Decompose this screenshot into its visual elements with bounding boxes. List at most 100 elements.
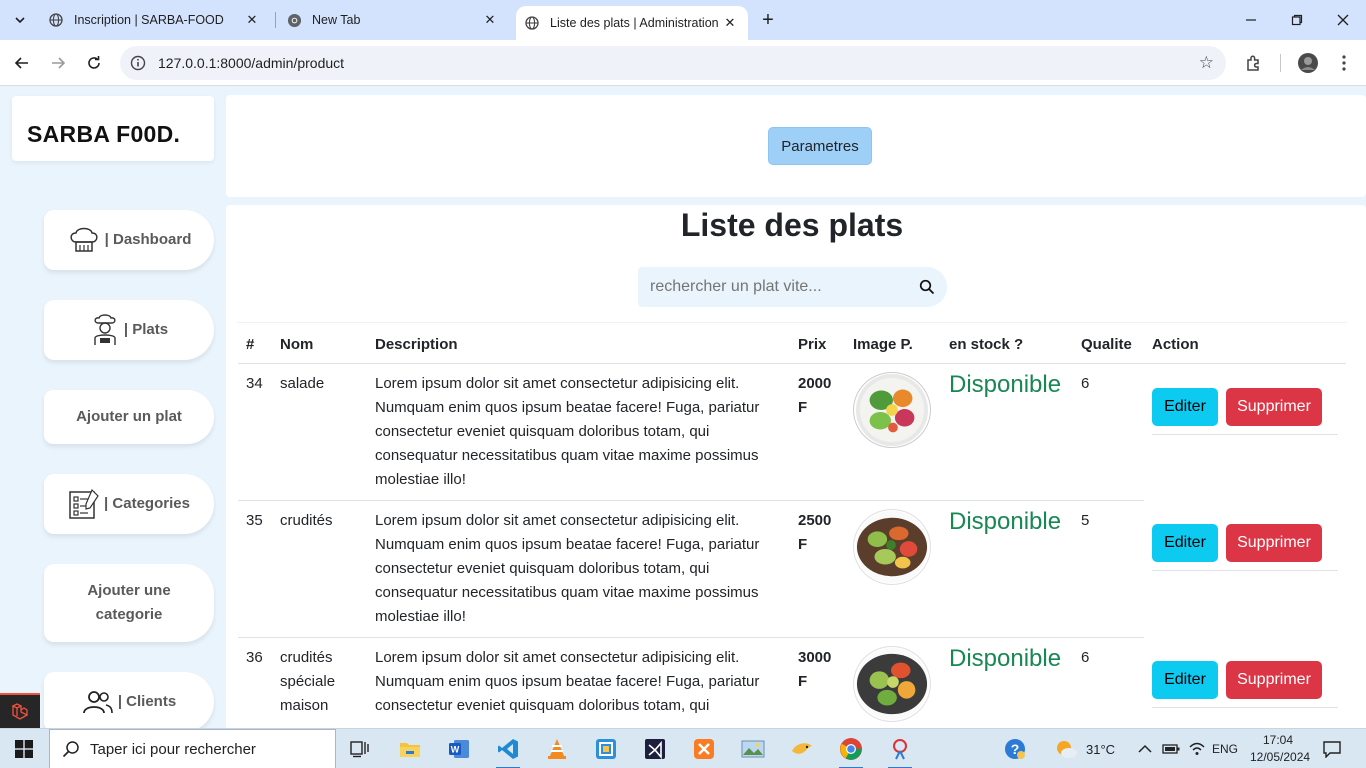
paint-app-icon[interactable] [880,733,920,768]
plats-table: # Nom Description Prix Image P. en stock… [238,327,1346,728]
menu-kebab-icon[interactable] [1330,49,1358,77]
word-icon[interactable]: W [439,733,479,765]
page-title: Liste des plats [680,207,904,243]
sidebar-item-dashboard[interactable]: | Dashboard [44,210,214,270]
tab-new-tab[interactable]: New Tab ✕ [278,0,510,40]
edit-button[interactable]: Editer [1152,524,1218,562]
sidebar-item-label: | Clients [117,693,177,710]
sidebar-item-clients[interactable]: | Clients [44,672,214,728]
delete-button[interactable]: Supprimer [1226,387,1322,426]
cell-stock-status: Disponible [941,637,1073,728]
extensions-puzzle-icon[interactable] [1240,49,1268,77]
site-info-icon[interactable] [128,53,148,73]
table-header-row: # Nom Description Prix Image P. en stock… [238,327,1346,364]
parametres-button[interactable]: Parametres [768,127,872,165]
tab-title: New Tab [312,13,361,27]
tab-title: Liste des plats | Administration [550,16,719,30]
chef-icon [90,314,120,346]
forward-arrow-icon[interactable] [44,49,72,77]
close-icon[interactable]: ✕ [480,10,500,30]
cell-stock-status: Disponible [941,500,1073,638]
action-group: Editer Supprimer [1152,661,1338,708]
weather-widget[interactable]: 31°C [1054,729,1115,768]
cell-description: Lorem ipsum dolor sit amet consectetur a… [367,500,790,638]
laravel-debugbar-icon[interactable] [0,693,40,728]
special-bowl-image [853,645,931,722]
notifications-icon[interactable] [1322,729,1342,768]
restore-icon[interactable] [1274,0,1320,40]
header-card: Parametres [226,95,1366,197]
tab-inscription[interactable]: Inscription | SARBA-FOOD ✕ [40,0,272,40]
salad-bowl-image [853,371,931,448]
window-close-icon[interactable] [1320,0,1366,40]
back-arrow-icon[interactable] [8,49,36,77]
help-icon[interactable]: ? [1004,729,1026,768]
windows-taskbar: Taper ici pour rechercher W ? 31°C ENG 1… [0,728,1366,768]
language-indicator[interactable]: ENG [1212,729,1238,768]
url-omnibox[interactable]: 127.0.0.1:8000/admin/product ☆ [120,46,1226,80]
close-icon[interactable]: ✕ [720,13,740,33]
profile-avatar[interactable] [1294,49,1322,77]
cell-image [845,637,941,728]
vlc-icon[interactable] [537,733,577,765]
users-icon [82,690,114,714]
sidebar-item-categories[interactable]: | Categories [44,474,214,534]
sidebar-item-ajouter-categorie[interactable]: Ajouter une categorie [44,564,214,642]
search-button[interactable] [907,267,947,307]
cell-actions: Editer Supprimer [1144,363,1346,500]
edit-button[interactable]: Editer [1152,387,1218,426]
chevron-down-icon [15,17,25,24]
action-group: Editer Supprimer [1152,387,1338,435]
xampp-icon[interactable] [684,733,724,765]
table-row: 34 salade Lorem ipsum dolor sit amet con… [238,363,1346,501]
sidebar-item-ajouter-plat[interactable]: Ajouter un plat [44,390,214,444]
new-tab-plus-icon[interactable]: + [756,8,780,32]
url-text: 127.0.0.1:8000/admin/product [158,55,345,71]
teamviewer-icon[interactable] [586,733,626,765]
chef-hat-icon [67,225,101,255]
cell-quality: 6 [1073,363,1144,501]
reload-icon[interactable] [80,49,108,77]
chrome-icon [286,12,302,28]
weather-sun-cloud-icon [1057,741,1077,758]
brand-card[interactable]: SARBA F00D. [12,96,214,161]
tray-chevron-up-icon[interactable] [1138,729,1152,768]
edit-button[interactable]: Editer [1152,661,1218,699]
wifi-icon[interactable] [1188,729,1206,768]
tab-search-button[interactable] [8,8,32,32]
browser-tab-bar: Inscription | SARBA-FOOD ✕ New Tab ✕ Lis… [0,0,1366,40]
system-clock[interactable]: 17:04 12/05/2024 [1250,732,1311,766]
visual-studio-icon[interactable] [635,733,675,765]
chrome-taskbar-icon[interactable] [831,733,871,768]
sidebar-item-label: Ajouter une categorie [87,582,171,623]
column-header: Image P. [845,327,941,364]
minimize-icon[interactable] [1228,0,1274,40]
cell-name: salade [272,363,367,501]
vscode-icon[interactable] [488,733,528,768]
globe-icon [48,12,64,28]
cell-price: 2500 F [790,500,845,638]
table-row: 36 crudités spéciale maison Lorem ipsum … [238,637,1346,728]
cell-name: crudités spéciale maison [272,637,367,728]
search-input[interactable] [638,267,907,307]
delete-button[interactable]: Supprimer [1226,524,1322,562]
sidebar-item-plats[interactable]: | Plats [44,300,214,360]
image-viewer-icon[interactable] [733,733,773,765]
taskbar-search-box[interactable]: Taper ici pour rechercher [49,729,336,768]
bird-app-icon[interactable] [782,733,822,765]
delete-button[interactable]: Supprimer [1226,661,1322,699]
close-icon[interactable]: ✕ [242,10,262,30]
task-view-icon[interactable] [340,733,380,765]
search-icon [919,279,935,295]
tab-liste-des-plats[interactable]: Liste des plats | Administration ✕ [516,6,748,40]
action-group: Editer Supprimer [1152,524,1338,571]
cell-actions: Editer Supprimer [1144,500,1346,637]
clock-date: 12/05/2024 [1250,750,1311,764]
windows-start-icon[interactable] [0,729,48,768]
crudites-bowl-image [853,508,931,585]
file-explorer-icon[interactable] [390,733,430,765]
page-content: SARBA F00D. | Dashboard | Plats Ajouter … [0,87,1366,728]
cell-image [845,363,941,501]
bookmark-star-icon[interactable]: ☆ [1199,53,1214,73]
battery-icon[interactable] [1162,729,1180,768]
